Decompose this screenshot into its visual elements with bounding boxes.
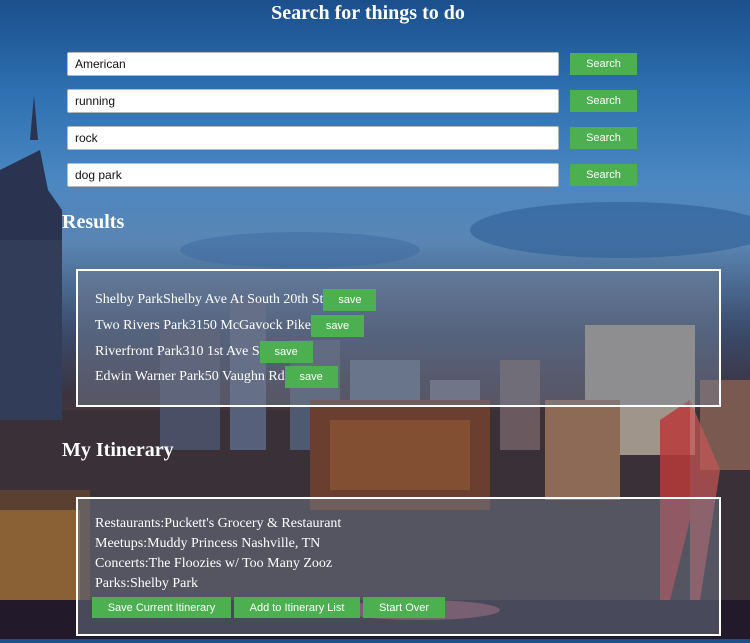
result-item-text: Shelby ParkShelby Ave At South 20th St <box>95 292 324 307</box>
results-heading: Results <box>62 211 125 233</box>
result-item-text: Riverfront Park310 1st Ave S <box>95 344 260 359</box>
search-button-4[interactable]: Search <box>570 164 637 186</box>
itinerary-line-concerts: Concerts:The Floozies w/ Too Many Zooz <box>95 556 333 571</box>
result-item: Edwin Warner Park50 Vaughn Rd save <box>95 366 338 388</box>
itinerary-panel: Restaurants:Puckett's Grocery & Restaura… <box>76 497 721 636</box>
save-result-button[interactable]: save <box>311 315 364 337</box>
save-result-button[interactable]: save <box>259 341 313 363</box>
itinerary-line-meetups: Meetups:Muddy Princess Nashville, TN <box>95 536 321 551</box>
results-panel: Shelby ParkShelby Ave At South 20th St s… <box>76 269 721 407</box>
start-over-button[interactable]: Start Over <box>363 597 445 618</box>
itinerary-line-parks: Parks:Shelby Park <box>95 576 199 591</box>
search-button-3[interactable]: Search <box>570 127 637 149</box>
save-itinerary-button[interactable]: Save Current Itinerary <box>92 597 231 618</box>
save-result-button[interactable]: save <box>284 366 338 388</box>
search-input-4[interactable] <box>67 163 559 187</box>
result-item-text: Edwin Warner Park50 Vaughn Rd <box>95 369 285 384</box>
search-button-2[interactable]: Search <box>570 90 637 112</box>
itinerary-heading: My Itinerary <box>62 439 174 461</box>
result-item: Two Rivers Park3150 McGavock Pike save <box>95 315 364 337</box>
search-button-1[interactable]: Search <box>570 53 637 75</box>
search-input-1[interactable] <box>67 52 559 76</box>
result-item: Shelby ParkShelby Ave At South 20th St s… <box>95 289 377 311</box>
save-result-button[interactable]: save <box>323 289 377 311</box>
search-input-2[interactable] <box>67 89 559 113</box>
search-input-3[interactable] <box>67 126 559 150</box>
result-item: Riverfront Park310 1st Ave S save <box>95 341 313 363</box>
result-item-text: Two Rivers Park3150 McGavock Pike <box>95 318 311 333</box>
itinerary-line-restaurants: Restaurants:Puckett's Grocery & Restaura… <box>95 516 342 531</box>
add-to-itinerary-list-button[interactable]: Add to Itinerary List <box>234 597 360 618</box>
page-title: Search for things to do <box>271 2 465 24</box>
